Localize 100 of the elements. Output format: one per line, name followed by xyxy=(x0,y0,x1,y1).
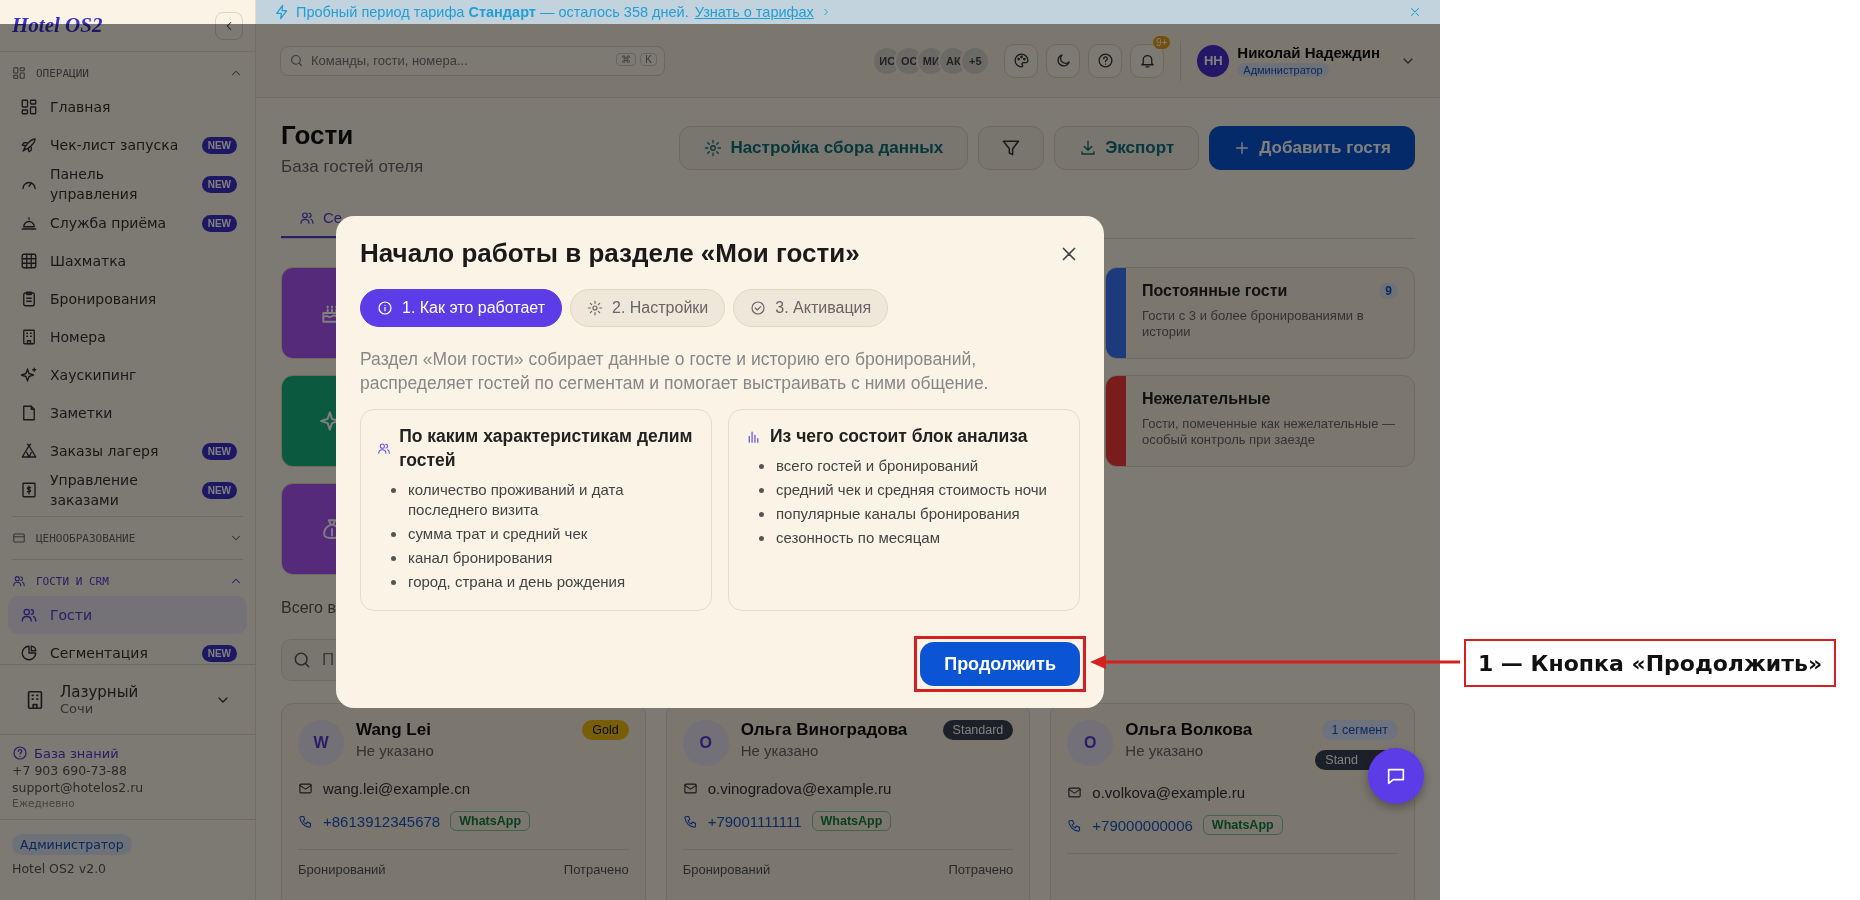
step-tab[interactable]: 2. Настройки xyxy=(570,289,726,327)
sidebar-item[interactable]: Сегментация NEW xyxy=(8,634,247,664)
segment-card[interactable]: Постоянные гости 9 Гости с 3 и более бронированиями в истории xyxy=(1105,267,1415,359)
help-button[interactable] xyxy=(1088,43,1123,78)
moon-icon xyxy=(1054,52,1072,69)
support-email: support@hotelos2.ru xyxy=(12,780,145,795)
check-circle-icon xyxy=(750,300,767,316)
clipboard-icon xyxy=(20,290,38,308)
theme-button[interactable] xyxy=(1004,43,1039,78)
segment-title: Нежелательные xyxy=(1142,390,1271,408)
page-title: Гости xyxy=(281,120,355,151)
sidebar-item[interactable]: Заметки xyxy=(8,394,247,432)
collapse-button[interactable] xyxy=(215,11,243,40)
tent-icon xyxy=(20,442,38,460)
palette-icon xyxy=(1012,52,1030,69)
guest-note: Не указано xyxy=(1125,742,1205,759)
whatsapp-tag: WhatsApp xyxy=(811,811,892,831)
phone-icon xyxy=(682,813,698,829)
dialog-intro: Раздел «Мои гости» собирает данные о госте и историю его бронирований, распределяет гостей по сегментам и помогает выстраивать с ними общение. xyxy=(360,348,990,395)
list-item: сумма трат и средний чек xyxy=(408,524,588,544)
info-icon xyxy=(377,300,393,316)
sidebar-item[interactable]: Шахматка xyxy=(8,242,247,280)
new-badge: NEW xyxy=(201,481,237,499)
segment-card[interactable]: Нежелательные Гости, помеченные как нежелательные — особый контроль при заезде xyxy=(1105,375,1415,467)
guest-phone[interactable]: +79001111111 xyxy=(707,812,802,830)
user-role-badge: Администратор xyxy=(1237,63,1329,77)
table-icon xyxy=(20,252,38,270)
trial-text: Пробный период тарифа Стандарт — осталось 358 дней. xyxy=(296,4,689,20)
support-hours: Ежедневно xyxy=(12,797,76,809)
knowledge-base-link[interactable]: База знаний xyxy=(34,745,119,761)
users-icon xyxy=(20,606,38,624)
filter-icon xyxy=(1001,138,1022,158)
sidebar-item[interactable]: Номера xyxy=(8,318,247,356)
list-item: средний чек и средняя стоимость ночи xyxy=(776,480,1047,500)
note-icon xyxy=(20,404,38,422)
bookings-label: Бронирований xyxy=(682,862,771,877)
sidebar-item[interactable]: Панель управления NEW xyxy=(8,164,247,204)
list-item: канал бронирования xyxy=(408,548,553,568)
guest-avatar: О xyxy=(1067,720,1114,766)
lightning-icon xyxy=(274,4,290,20)
spent-label: Потрачено xyxy=(948,862,1014,877)
filter-button[interactable] xyxy=(978,126,1045,170)
guest-card[interactable]: W Wang Lei Не указано Gold wang.lei@example.cn +8613912345678 WhatsApp Бронирований Потрачено xyxy=(281,703,646,900)
step-tab[interactable]: 1. Как это работает xyxy=(360,289,562,327)
dark-mode-button[interactable] xyxy=(1046,43,1081,78)
phone-icon xyxy=(1067,817,1083,833)
new-badge: NEW xyxy=(201,214,237,232)
guest-note: Не указано xyxy=(740,742,820,759)
guest-tag: Standard xyxy=(942,720,1014,740)
guest-name: Ольга Виноградова xyxy=(740,720,909,740)
step-tab[interactable]: 3. Активация xyxy=(733,289,889,327)
download-icon xyxy=(1079,139,1098,157)
guest-phone[interactable]: +79000000006 xyxy=(1092,816,1193,834)
sidebar-item[interactable]: Управление заказами NEW xyxy=(8,470,247,510)
notification-count: 9+ xyxy=(1152,35,1171,49)
export-button[interactable]: Экспорт xyxy=(1054,126,1200,170)
sidebar-item[interactable]: Служба приёма NEW xyxy=(8,204,247,242)
guest-name: Ольга Волкова xyxy=(1125,720,1254,740)
grid-icon xyxy=(12,66,26,80)
info-card-title: По каким характеристикам делим гостей xyxy=(399,425,694,472)
hotel-switcher[interactable]: Лазурный Сочи xyxy=(0,664,255,734)
phone-icon xyxy=(298,813,313,829)
card-icon xyxy=(12,531,26,545)
whatsapp-tag: WhatsApp xyxy=(1202,815,1283,835)
list-item: всего гостей и бронирований xyxy=(776,456,979,476)
guest-avatar: О xyxy=(682,720,729,766)
users-icon xyxy=(12,574,26,588)
dollar-icon xyxy=(20,481,38,499)
section-header[interactable]: ЦЕНООБРАЗОВАНИЕ xyxy=(8,523,247,553)
sparkle-icon xyxy=(20,366,38,384)
segment-count: 9 xyxy=(1379,283,1398,299)
list-item: популярные каналы бронирования xyxy=(776,504,1020,524)
segment-title: Постоянные гости xyxy=(1142,282,1288,300)
guest-name: Wang Lei xyxy=(356,720,432,740)
list-item: город, страна и день рождения xyxy=(408,572,626,592)
sidebar-item[interactable]: Чек-лист запуска NEW xyxy=(8,126,247,164)
mail-icon xyxy=(1067,785,1083,800)
guest-tag: 1 сегмент xyxy=(1321,720,1398,740)
role-badge: Администратор xyxy=(12,834,132,855)
sidebar-item[interactable]: Хаускипинг xyxy=(8,356,247,394)
continue-button[interactable]: Продолжить xyxy=(920,642,1080,686)
grid-icon xyxy=(20,98,38,116)
guest-card[interactable]: О Ольга Волкова Не указано 1 сегмент Stand o.volkova@example.ru +79000000006 WhatsApp xyxy=(1050,703,1415,900)
sidebar-item[interactable]: Заказы лагеря NEW xyxy=(8,432,247,470)
guest-phone[interactable]: +8613912345678 xyxy=(323,812,441,830)
data-settings-button[interactable]: Настройка сбора данных xyxy=(679,126,969,170)
sidebar-item[interactable]: Гости xyxy=(8,596,247,634)
team-avatar[interactable]: +5 xyxy=(960,45,991,76)
bookings-label: Бронирований xyxy=(298,862,386,877)
guest-note: Не указано xyxy=(356,742,435,759)
sidebar-item[interactable]: Главная xyxy=(8,88,247,126)
section-header[interactable]: ГОСТИ И CRM xyxy=(8,566,247,596)
page-subtitle: База гостей отеля xyxy=(281,157,424,177)
segment-description: Гости с 3 и более бронированиями в истории xyxy=(1142,308,1365,340)
add-guest-button[interactable]: Добавить гостя xyxy=(1209,126,1415,170)
sidebar-item[interactable]: Бронирования xyxy=(8,280,247,318)
info-card-title: Из чего состоит блок анализа xyxy=(770,425,1028,448)
user-avatar[interactable]: НН xyxy=(1197,44,1230,77)
search-icon xyxy=(292,650,312,670)
section-header[interactable]: ОПЕРАЦИИ xyxy=(8,58,247,88)
